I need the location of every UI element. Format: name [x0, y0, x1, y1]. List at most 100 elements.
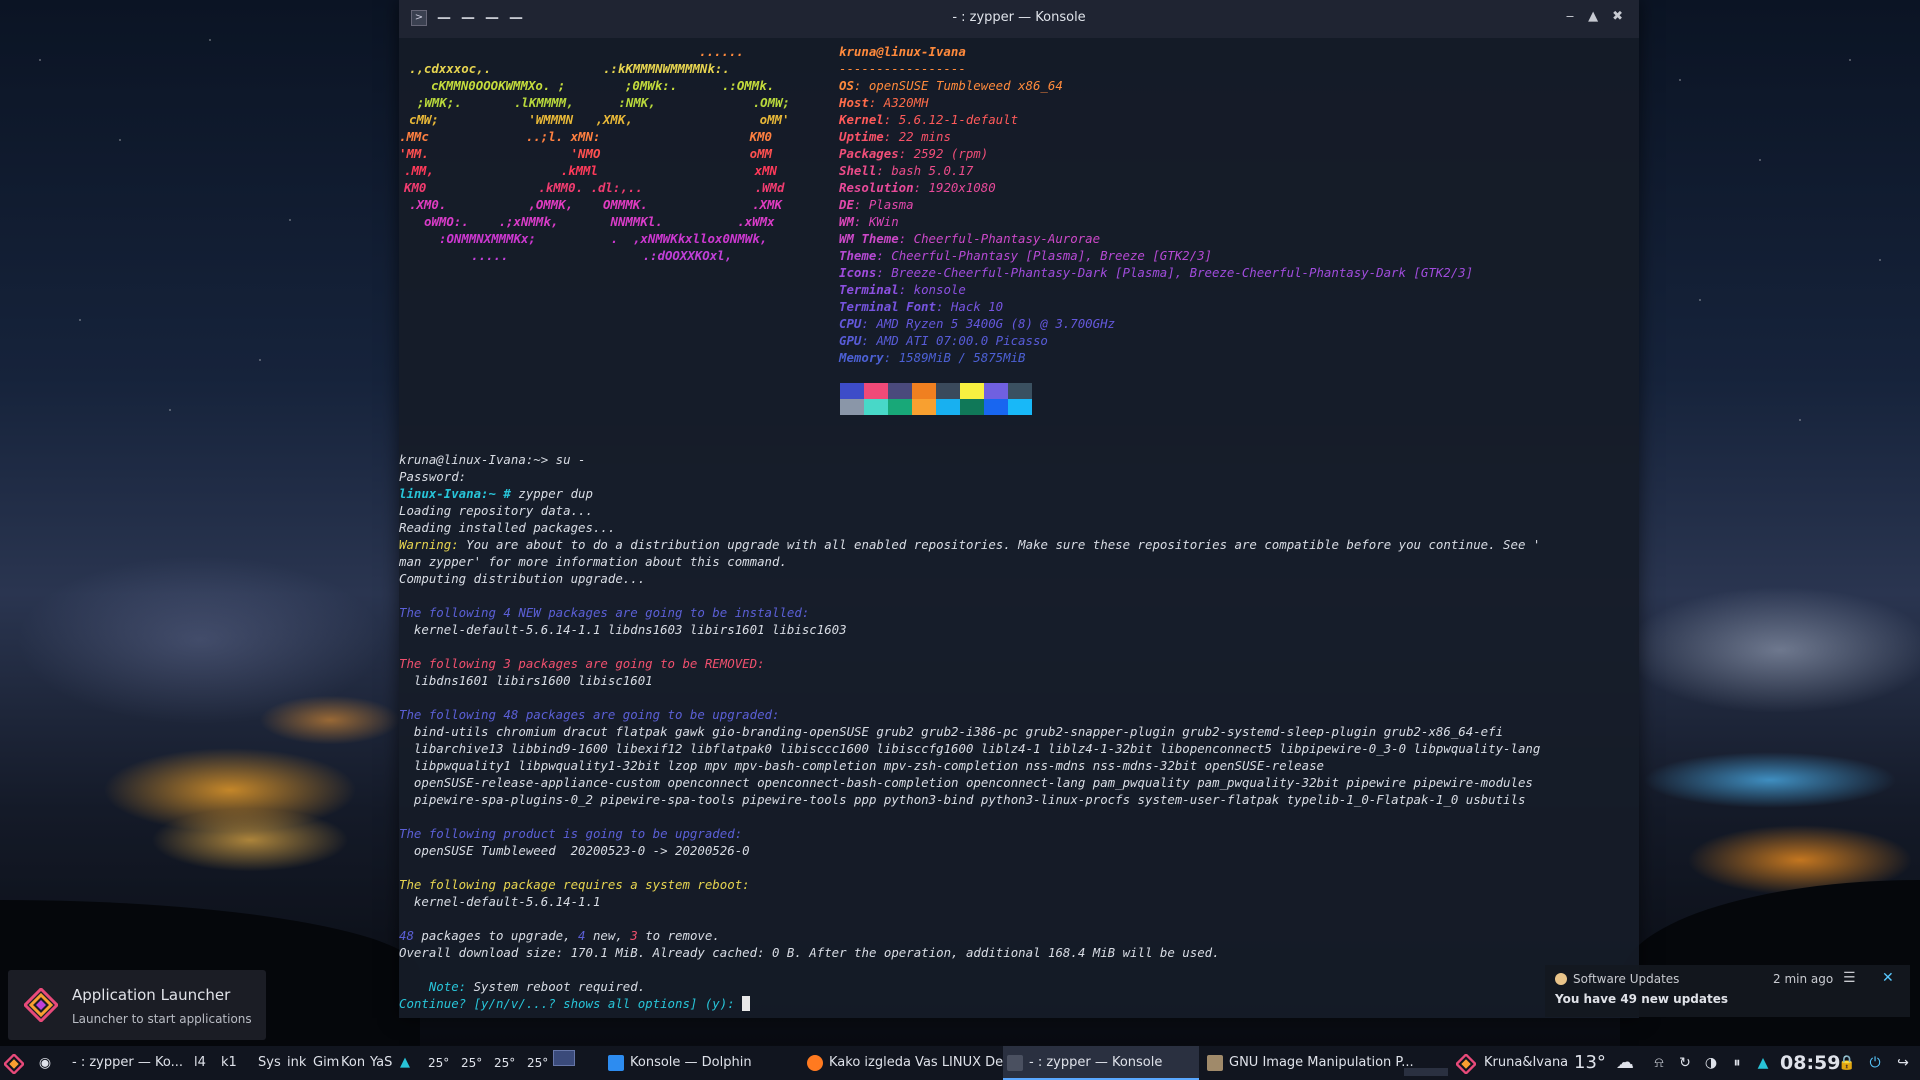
task-konsole-dolphin[interactable]: Konsole — Dolphin	[604, 1046, 794, 1080]
neofetch-info-colon: :	[898, 231, 914, 246]
software-updates-notification[interactable]: Software Updates 2 min ago ☰ ✕ You have …	[1545, 965, 1910, 1017]
terminal-text-segment: libpwquality1 libpwquality1-32bit lzop m…	[399, 758, 1325, 773]
weather-temperature[interactable]: 13°	[1574, 1046, 1606, 1080]
show-desktop-icon[interactable]: ◉	[36, 1054, 54, 1072]
palette-swatch	[984, 383, 1008, 399]
terminal-cursor	[742, 996, 751, 1011]
neofetch-info-label: Kernel	[839, 112, 884, 127]
task-firefox[interactable]: Kako izgleda Vas LINUX De...	[803, 1046, 1016, 1080]
current-task-label[interactable]: - : zypper — Ko...	[72, 1046, 183, 1080]
neofetch-info-line: Icons: Breeze-Cheerful-Phantasy-Dark [Pl…	[839, 264, 1473, 281]
gimp-icon	[1207, 1055, 1223, 1071]
neofetch-info-label: WM Theme	[839, 231, 899, 246]
terminal-line: Computing distribution upgrade...	[399, 570, 645, 587]
neofetch-info-line: Kernel: 5.6.12-1-default	[839, 111, 1018, 128]
terminal-text-segment: Warning:	[399, 537, 459, 552]
firefox-icon	[807, 1055, 823, 1071]
neofetch-logo-line: .,cdxxxoc,. .:kKMMMNWMMMMNk:.	[409, 61, 730, 76]
neofetch-info-colon: :	[913, 180, 929, 195]
palette-swatch	[960, 383, 984, 399]
quick-launch-gim[interactable]: Gim	[313, 1046, 339, 1080]
neofetch-color-palette	[840, 383, 1032, 415]
neofetch-info-label: Uptime	[839, 129, 884, 144]
close-button[interactable]: ✖	[1612, 9, 1623, 24]
palette-swatch	[840, 399, 864, 415]
terminal-text-segment: zypper dup	[510, 486, 593, 501]
taskbar: ◉ - : zypper — Ko... l4 k1 Sys ink Gim K…	[0, 1046, 1920, 1080]
application-launcher-button[interactable]	[4, 1054, 24, 1074]
terminal-line: Loading repository data...	[399, 502, 593, 519]
palette-swatch	[888, 399, 912, 415]
konsole-window[interactable]: > — — — — - : zypper — Konsole ‒ ▲ ✖ ...…	[399, 0, 1639, 1018]
volume-icon[interactable]: ◑	[1702, 1054, 1720, 1072]
launcher-tooltip-subtitle: Launcher to start applications	[72, 1012, 252, 1026]
pager-desktop-icon[interactable]	[553, 1050, 575, 1066]
neofetch-info-line: Theme: Cheerful-Phantasy [Plasma], Breez…	[839, 247, 1212, 264]
neofetch-info-label: Terminal	[839, 282, 899, 297]
terminal-line: bind-utils chromium dracut flatpak gawk …	[399, 723, 1503, 740]
neofetch-info-value: Breeze-Cheerful-Phantasy-Dark [Plasma], …	[891, 265, 1474, 280]
logout-icon[interactable]: ↪	[1894, 1054, 1912, 1072]
task-zypper-konsole[interactable]: - : zypper — Konsole	[1003, 1046, 1199, 1080]
palette-swatch	[840, 383, 864, 399]
quick-launch-yas[interactable]: YaS	[370, 1046, 392, 1080]
window-titlebar[interactable]: > — — — — - : zypper — Konsole ‒ ▲ ✖	[399, 0, 1639, 38]
neofetch-user-host: kruna@linux-Ivana	[839, 44, 966, 59]
palette-swatch	[960, 399, 984, 415]
desktop-label-2[interactable]: k1	[221, 1046, 237, 1080]
terminal-text-segment: pipewire-spa-plugins-0_2 pipewire-spa-to…	[399, 792, 1526, 807]
palette-swatch	[1008, 399, 1032, 415]
neofetch-info-label: Host	[839, 95, 869, 110]
neofetch-info-line: Terminal Font: Hack 10	[839, 298, 1003, 315]
neofetch-logo-line: cMW; 'WMMMN ,XMK, oMM'	[409, 112, 790, 127]
neofetch-logo-line: KM0 .kMM0. .dl:,.. .WMd	[404, 180, 785, 195]
terminal-area[interactable]: ...... .,cdxxxoc,. .:kKMMMNWMMMMNk:. cKMMN…	[399, 38, 1639, 1018]
terminal-text-segment: Note:	[399, 979, 467, 994]
clock[interactable]: 08:59	[1780, 1046, 1840, 1080]
task-placeholder[interactable]	[1404, 1068, 1448, 1076]
neofetch-info-line: Host: A320MH	[839, 94, 929, 111]
terminal-line: linux-Ivana:~ # zypper dup	[399, 485, 593, 502]
terminal-text-segment: You are about to do a distribution upgra…	[458, 537, 1541, 552]
task-gimp[interactable]: GNU Image Manipulation P...	[1203, 1046, 1414, 1080]
terminal-text-segment: The following package requires a system …	[399, 877, 750, 892]
software-updates-icon	[1555, 973, 1567, 985]
notifications-bell-icon[interactable]: ⍾	[1650, 1054, 1668, 1072]
weather-icon[interactable]: ☁	[1613, 1054, 1637, 1072]
quick-launch-expand-icon[interactable]: ▲	[400, 1046, 410, 1080]
minimize-button[interactable]: ‒	[1566, 9, 1574, 24]
tray-expand-icon[interactable]: ▲	[1754, 1054, 1772, 1072]
terminal-line: man zypper' for more information about t…	[399, 553, 787, 570]
lock-screen-icon[interactable]: 🔒	[1838, 1054, 1856, 1072]
quick-launch-ink[interactable]: ink	[287, 1046, 306, 1080]
palette-swatch	[936, 399, 960, 415]
palette-swatch	[912, 383, 936, 399]
neofetch-info-colon: :	[876, 265, 892, 280]
neofetch-info-value: 1920x1080	[928, 180, 996, 195]
media-player-icon[interactable]: ⏸	[1728, 1054, 1746, 1072]
neofetch-info-line: Uptime: 22 mins	[839, 128, 951, 145]
power-icon[interactable]: ⏻	[1866, 1054, 1884, 1072]
terminal-text-segment: kernel-default-5.6.14-1.1	[399, 894, 601, 909]
window-title: - : zypper — Konsole	[952, 10, 1086, 25]
task-label: Konsole — Dolphin	[630, 1055, 752, 1070]
window-controls: ‒ ▲ ✖	[1566, 9, 1623, 24]
neofetch-info-colon: :	[876, 248, 892, 263]
neofetch-info-label: WM	[839, 214, 854, 229]
notification-close-icon[interactable]: ✕	[1882, 970, 1894, 986]
neofetch-info-value: A320MH	[883, 95, 929, 110]
terminal-text-segment: The following product is going to be upg…	[399, 826, 743, 841]
terminal-text-segment: bind-utils chromium dracut flatpak gawk …	[399, 724, 1504, 739]
notification-configure-icon[interactable]: ☰	[1843, 970, 1856, 986]
quick-launch-sys[interactable]: Sys	[258, 1046, 281, 1080]
user-name[interactable]: Kruna&Ivana	[1484, 1046, 1568, 1080]
updates-icon[interactable]: ↻	[1676, 1054, 1694, 1072]
terminal-line: The following package requires a system …	[399, 876, 750, 893]
quick-launch-kon[interactable]: Kon	[341, 1046, 365, 1080]
desktop-label-1[interactable]: l4	[194, 1046, 206, 1080]
neofetch-info-label: Resolution	[839, 180, 914, 195]
maximize-button[interactable]: ▲	[1588, 9, 1598, 24]
palette-swatch	[912, 399, 936, 415]
neofetch-info-line: Shell: bash 5.0.17	[839, 162, 973, 179]
neofetch-info-label: Shell	[839, 163, 877, 178]
